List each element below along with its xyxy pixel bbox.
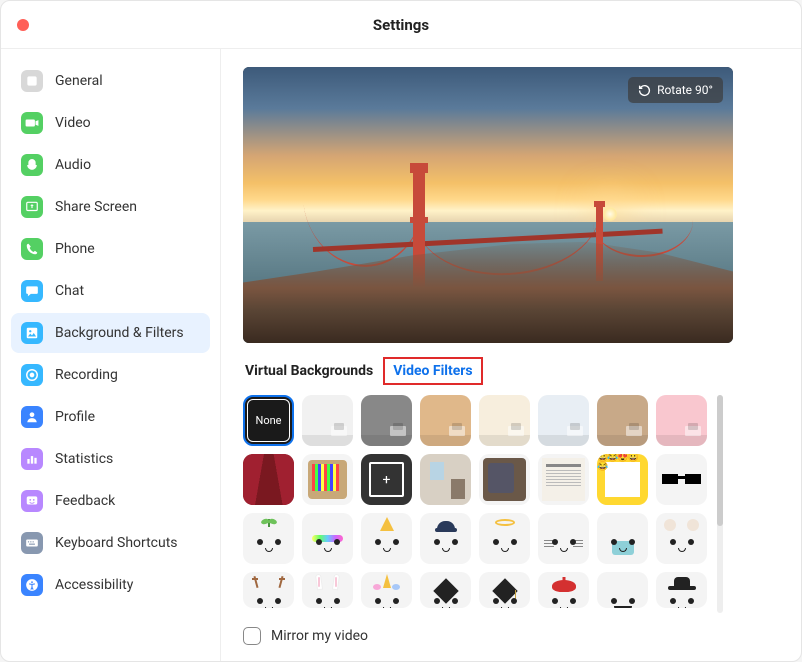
filter-tile-window-room[interactable]: [420, 454, 471, 505]
filter-tile-grad-cap[interactable]: [420, 572, 471, 608]
sidebar-item-recording[interactable]: Recording: [11, 355, 210, 395]
filter-tile-none[interactable]: None: [243, 395, 294, 446]
sidebar-item-label: Accessibility: [55, 577, 133, 593]
sidebar-item-video[interactable]: Video: [11, 103, 210, 143]
sidebar-item-audio[interactable]: Audio: [11, 145, 210, 185]
filter-tile-camera-frame[interactable]: +: [361, 454, 412, 505]
phone-icon: [21, 238, 43, 260]
body: General Video Audio Share Screen Phone Chat Ba…: [1, 49, 801, 661]
mirror-checkbox[interactable]: [243, 627, 261, 645]
filter-tile-party-hat[interactable]: [361, 513, 412, 564]
rotate-button[interactable]: Rotate 90°: [628, 77, 723, 103]
filter-tile-old-tv[interactable]: [479, 454, 530, 505]
filter-tile-room[interactable]: [420, 395, 471, 446]
filter-tile-antlers[interactable]: [243, 572, 294, 608]
share-icon: [21, 196, 43, 218]
sidebar-item-label: Statistics: [55, 451, 113, 467]
sidebar-item-label: Audio: [55, 157, 91, 173]
filter-tabs: Virtual Backgrounds Video Filters: [243, 357, 779, 385]
video-preview: Rotate 90°: [243, 67, 733, 343]
sidebar-item-chat[interactable]: Chat: [11, 271, 210, 311]
filter-tile-sprout[interactable]: [243, 513, 294, 564]
sidebar-item-feedback[interactable]: Feedback: [11, 481, 210, 521]
sidebar-item-general[interactable]: General: [11, 61, 210, 101]
filter-tile-halo[interactable]: [479, 513, 530, 564]
filter-tile-room[interactable]: [597, 395, 648, 446]
sidebar-item-share[interactable]: Share Screen: [11, 187, 210, 227]
feedback-icon: [21, 490, 43, 512]
sidebar-item-label: Chat: [55, 283, 84, 299]
sidebar-item-background[interactable]: Background & Filters: [11, 313, 210, 353]
filter-tile-room[interactable]: [656, 395, 707, 446]
filter-tile-newspaper[interactable]: [538, 454, 589, 505]
settings-window: Settings General Video Audio Share Screen Ph…: [0, 0, 802, 662]
filter-tile-room[interactable]: [538, 395, 589, 446]
filter-grid-scroll[interactable]: None + 😀😂😍😀😂😀😂😍😀😂: [243, 395, 779, 613]
main-panel: Rotate 90° Virtual Backgrounds Video Fil…: [221, 49, 801, 661]
sidebar-item-label: Background & Filters: [55, 325, 184, 341]
filter-tile-bear-ears[interactable]: [656, 513, 707, 564]
sidebar-item-label: Recording: [55, 367, 118, 383]
accessibility-icon: [21, 574, 43, 596]
general-icon: [21, 70, 43, 92]
audio-icon: [21, 154, 43, 176]
rotate-icon: [638, 84, 651, 97]
titlebar: Settings: [1, 1, 801, 49]
filter-tile-room[interactable]: [361, 395, 412, 446]
sidebar-item-accessibility[interactable]: Accessibility: [11, 565, 210, 605]
tab-virtual-backgrounds[interactable]: Virtual Backgrounds: [243, 358, 375, 384]
filter-tile-bunny-ears[interactable]: [302, 572, 353, 608]
filter-tile-mustache[interactable]: [597, 572, 648, 608]
video-icon: [21, 112, 43, 134]
filter-tile-theater[interactable]: [243, 454, 294, 505]
sidebar-item-phone[interactable]: Phone: [11, 229, 210, 269]
sidebar-item-profile[interactable]: Profile: [11, 397, 210, 437]
shortcuts-icon: [21, 532, 43, 554]
sidebar-item-shortcuts[interactable]: Keyboard Shortcuts: [11, 523, 210, 563]
footer: Mirror my video: [243, 613, 779, 661]
chat-icon: [21, 280, 43, 302]
filter-tile-retro-tv[interactable]: [302, 454, 353, 505]
scrollbar[interactable]: [717, 395, 723, 613]
filter-tile-grad-cap-2[interactable]: [479, 572, 530, 608]
mirror-label: Mirror my video: [271, 628, 368, 644]
filter-tile-emoji-border[interactable]: 😀😂😍😀😂😀😂😍😀😂: [597, 454, 648, 505]
filter-tile-pixel-glasses[interactable]: [656, 454, 707, 505]
filter-tile-beret[interactable]: [538, 572, 589, 608]
filter-grid: None + 😀😂😍😀😂😀😂😍😀😂: [243, 395, 707, 613]
window-title: Settings: [1, 16, 801, 34]
rotate-label: Rotate 90°: [657, 83, 713, 97]
tab-video-filters[interactable]: Video Filters: [383, 357, 482, 385]
sidebar-item-label: Keyboard Shortcuts: [55, 535, 178, 551]
filter-tile-room[interactable]: [479, 395, 530, 446]
traffic-lights: [17, 19, 29, 31]
scrollbar-thumb[interactable]: [717, 395, 723, 526]
close-window-button[interactable]: [17, 19, 29, 31]
background-icon: [21, 322, 43, 344]
filter-tile-cap[interactable]: [420, 513, 471, 564]
sidebar: General Video Audio Share Screen Phone Chat Ba…: [1, 49, 221, 661]
sidebar-item-label: Feedback: [55, 493, 115, 509]
profile-icon: [21, 406, 43, 428]
recording-icon: [21, 364, 43, 386]
filter-tile-rainbow[interactable]: [302, 513, 353, 564]
sidebar-item-label: Profile: [55, 409, 95, 425]
sidebar-item-label: Video: [55, 115, 91, 131]
sidebar-item-label: Phone: [55, 241, 95, 257]
sidebar-item-label: Share Screen: [55, 199, 137, 215]
sidebar-item-label: General: [55, 73, 103, 89]
statistics-icon: [21, 448, 43, 470]
filter-tile-room[interactable]: [302, 395, 353, 446]
filter-tile-mask[interactable]: [597, 513, 648, 564]
filter-tile-fedora[interactable]: [656, 572, 707, 608]
filter-tile-unicorn[interactable]: [361, 572, 412, 608]
filter-tile-whiskers[interactable]: [538, 513, 589, 564]
sidebar-item-statistics[interactable]: Statistics: [11, 439, 210, 479]
